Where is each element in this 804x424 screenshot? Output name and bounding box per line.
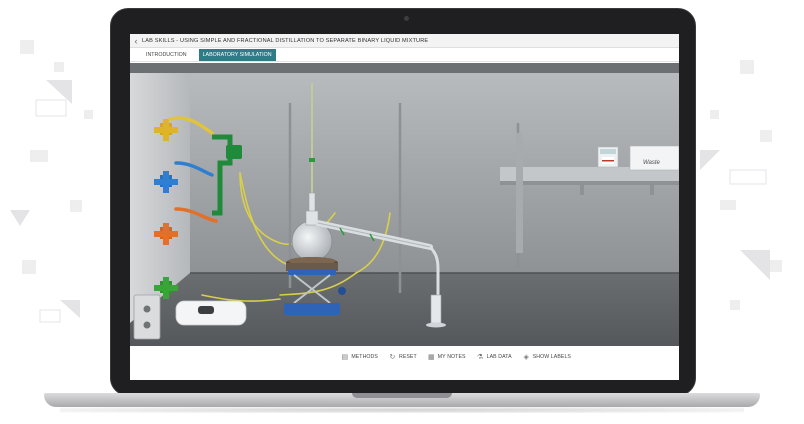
power-outlet xyxy=(133,294,161,340)
my-notes-label: MY NOTES xyxy=(437,354,466,360)
reset-label: RESET xyxy=(398,354,417,360)
laptop-notch xyxy=(352,393,452,398)
receiving-cylinder[interactable] xyxy=(430,294,442,324)
laptop-shadow xyxy=(60,407,744,413)
bottom-toolbar: ▤ METHODS ↻ RESET ▦ MY NOTES ⚗ LAB DATA … xyxy=(130,346,679,368)
flask-icon: ⚗ xyxy=(476,353,484,361)
lab-jack-top[interactable] xyxy=(288,269,336,275)
tag-icon: ◈ xyxy=(523,353,529,361)
webcam xyxy=(404,16,409,21)
chevron-left-icon[interactable]: ‹ xyxy=(130,34,142,48)
lesson-title: LAB SKILLS - USING SIMPLE AND FRACTIONAL… xyxy=(142,37,429,44)
waste-label: Waste xyxy=(643,160,661,166)
hot-plate-controller xyxy=(175,300,247,326)
app-screen: ‹ LAB SKILLS - USING SIMPLE AND FRACTION… xyxy=(130,34,679,380)
lab-data-label: LAB DATA xyxy=(486,354,512,360)
methods-button[interactable]: ▤ METHODS xyxy=(341,354,378,361)
my-notes-button[interactable]: ▦ MY NOTES xyxy=(428,354,466,361)
methods-label: METHODS xyxy=(351,354,378,360)
reset-icon: ↻ xyxy=(389,353,396,361)
notes-icon: ▦ xyxy=(427,353,435,361)
lab-data-button[interactable]: ⚗ LAB DATA xyxy=(477,354,512,361)
tab-bar: INTRODUCTION LABORATORY SIMULATION xyxy=(130,49,679,62)
hood-top-frame xyxy=(130,63,679,73)
show-labels-button[interactable]: ◈ SHOW LABELS xyxy=(523,354,571,361)
tab-laboratory-simulation[interactable]: LABORATORY SIMULATION xyxy=(198,49,276,61)
title-bar: ‹ LAB SKILLS - USING SIMPLE AND FRACTION… xyxy=(130,34,679,48)
tab-introduction[interactable]: INTRODUCTION xyxy=(142,49,191,61)
marketing-stage: ‹ LAB SKILLS - USING SIMPLE AND FRACTION… xyxy=(0,0,804,424)
show-labels-label: SHOW LABELS xyxy=(532,354,571,360)
waste-container[interactable] xyxy=(629,145,679,171)
lab-simulation-canvas[interactable]: Waste xyxy=(130,63,679,346)
reset-button[interactable]: ↻ RESET xyxy=(389,354,417,361)
lab-jack-base[interactable] xyxy=(284,303,340,315)
document-icon: ▤ xyxy=(341,353,349,361)
